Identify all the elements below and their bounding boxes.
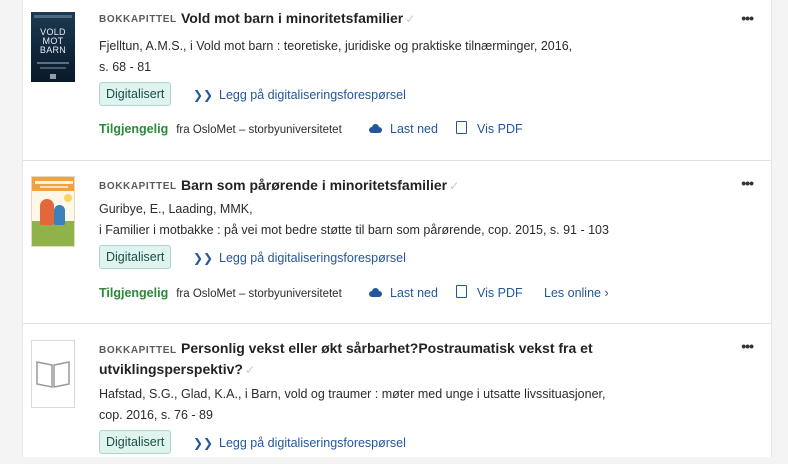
read-online-link[interactable]: Les online › <box>544 283 609 303</box>
download-label: Last ned <box>390 286 438 300</box>
availability-location: fra OsloMet – storbyuniversitetet <box>176 124 342 136</box>
record-title-text[interactable]: utviklingsperspektiv? <box>99 361 243 377</box>
availability-location: fra OsloMet – storbyuniversitetet <box>176 288 342 300</box>
record-citation-pages: s. 68 - 81 <box>99 60 152 74</box>
record-title-text[interactable]: Vold mot barn i minoritetsfamilier <box>181 10 403 26</box>
availability-status: Tilgjengelig fra OsloMet – storbyuniversi… <box>99 283 342 304</box>
availability-label[interactable]: Tilgjengelig <box>99 122 168 136</box>
view-pdf-label: Vis PDF <box>477 286 523 300</box>
record-citation-pages: cop. 2016, s. 76 - 89 <box>99 408 213 422</box>
digitized-badge: Digitalisert <box>99 82 172 106</box>
view-pdf-link[interactable]: Vis PDF <box>456 283 523 303</box>
result-item: BOKKAPITTEL Barn som pårørende i minorit… <box>23 161 771 324</box>
digitization-request-link[interactable]: ❯❯ Legg på digitaliseringsforespørsel <box>193 248 406 268</box>
view-pdf-link[interactable]: Vis PDF <box>456 119 523 139</box>
pdf-file-icon <box>456 121 467 134</box>
record-citation: Fjelltun, A.M.S., i Vold mot barn : teor… <box>99 39 573 53</box>
record-citation: Hafstad, S.G., Glad, K.A., i Barn, vold … <box>99 387 606 401</box>
digitization-request-label: Legg på digitaliseringsforespørsel <box>219 251 406 265</box>
more-options-button[interactable]: ••• <box>741 338 754 354</box>
digitization-request-label: Legg på digitaliseringsforespørsel <box>219 88 406 102</box>
double-chevron-icon: ❯❯ <box>193 88 214 102</box>
cloud-download-icon <box>369 124 382 133</box>
check-icon: ✓ <box>449 179 460 193</box>
digitization-request-link[interactable]: ❯❯ Legg på digitaliseringsforespørsel <box>193 433 406 453</box>
download-label: Last ned <box>390 122 438 136</box>
record-authors: Guribye, E., Laading, MMK, <box>99 202 253 216</box>
record-title[interactable]: Barn som pårørende i minoritetsfamilier ✓ <box>181 175 459 196</box>
book-cover-thumbnail[interactable] <box>31 176 75 247</box>
availability-status: Tilgjengelig fra OsloMet – storbyuniversi… <box>99 119 342 140</box>
more-options-button[interactable]: ••• <box>741 10 754 26</box>
record-title-continued[interactable]: utviklingsperspektiv? ✓ <box>99 359 255 380</box>
download-link[interactable]: Last ned <box>369 119 438 139</box>
digitization-request-label: Legg på digitaliseringsforespørsel <box>219 436 406 450</box>
check-icon: ✓ <box>405 12 416 26</box>
record-title[interactable]: Vold mot barn i minoritetsfamilier ✓ <box>181 8 415 29</box>
pdf-file-icon <box>456 285 467 298</box>
cover-title-line: BARN <box>39 45 67 55</box>
book-cover-thumbnail[interactable]: VOLD MOT BARN <box>31 12 75 82</box>
check-icon: ✓ <box>244 363 255 377</box>
record-title-text[interactable]: Barn som pårørende i minoritetsfamilier <box>181 177 447 193</box>
record-title[interactable]: Personlig vekst eller økt sårbarhet?Post… <box>181 338 593 358</box>
digitized-badge: Digitalisert <box>99 245 172 269</box>
record-type-label: BOKKAPITTEL <box>99 14 177 25</box>
digitization-request-link[interactable]: ❯❯ Legg på digitaliseringsforespørsel <box>193 85 406 105</box>
record-title-text[interactable]: Personlig vekst eller økt sårbarhet?Post… <box>181 340 593 356</box>
record-type-label: BOKKAPITTEL <box>99 181 177 192</box>
download-link[interactable]: Last ned <box>369 283 438 303</box>
book-placeholder-icon[interactable] <box>31 340 75 408</box>
double-chevron-icon: ❯❯ <box>193 251 214 265</box>
view-pdf-label: Vis PDF <box>477 122 523 136</box>
more-options-button[interactable]: ••• <box>741 175 754 191</box>
cloud-download-icon <box>369 288 382 297</box>
record-citation: i Familier i motbakke : på vei mot bedre… <box>99 223 609 237</box>
result-item: VOLD MOT BARN BOKKAPITTEL Vold mot barn … <box>23 0 771 161</box>
availability-label[interactable]: Tilgjengelig <box>99 286 168 300</box>
digitized-badge: Digitalisert <box>99 430 172 454</box>
results-list: VOLD MOT BARN BOKKAPITTEL Vold mot barn … <box>22 0 772 457</box>
result-item: BOKKAPITTEL Personlig vekst eller økt så… <box>23 324 771 464</box>
record-type-label: BOKKAPITTEL <box>99 345 177 356</box>
double-chevron-icon: ❯❯ <box>193 436 214 450</box>
